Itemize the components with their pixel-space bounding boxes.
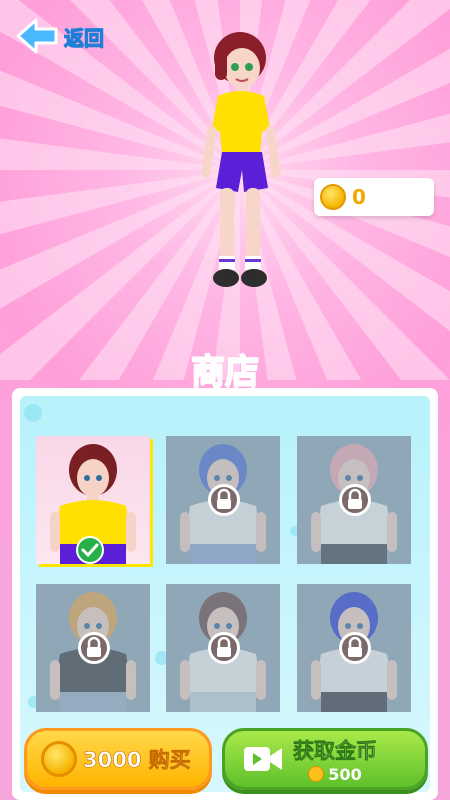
buy-button[interactable]: 3000 购买	[24, 728, 212, 790]
coin-icon	[320, 184, 346, 210]
lock-icon	[208, 484, 240, 516]
coin-icon	[308, 766, 325, 782]
lock-icon	[78, 632, 110, 664]
back-button[interactable]: 返回	[16, 18, 105, 54]
lock-icon	[339, 484, 371, 516]
get-coins-amount: 500	[328, 764, 362, 784]
get-coins-button[interactable]: 获取金币 500	[222, 728, 428, 790]
lock-icon	[208, 632, 240, 664]
check-icon	[76, 536, 104, 564]
skin-card[interactable]	[166, 584, 280, 712]
coin-icon	[41, 741, 77, 777]
character-preview	[201, 32, 281, 287]
coin-count: 0	[352, 185, 366, 209]
skin-card[interactable]	[36, 436, 150, 564]
skin-card[interactable]	[297, 436, 411, 564]
video-camera-icon	[244, 747, 282, 771]
get-coins-label: 获取金币	[293, 738, 378, 763]
shop-title: 商店	[190, 351, 260, 393]
skin-card[interactable]	[36, 584, 150, 712]
skin-card[interactable]	[166, 436, 280, 564]
shop-screen: 返回 0 商店 3000 购买 获取金币 500	[0, 0, 450, 800]
buy-label: 3000 购买	[83, 748, 191, 773]
coin-balance: 0	[314, 178, 434, 216]
lock-icon	[339, 632, 371, 664]
skin-card[interactable]	[297, 584, 411, 712]
back-label: 返回	[64, 25, 105, 50]
back-arrow-icon	[16, 18, 58, 54]
